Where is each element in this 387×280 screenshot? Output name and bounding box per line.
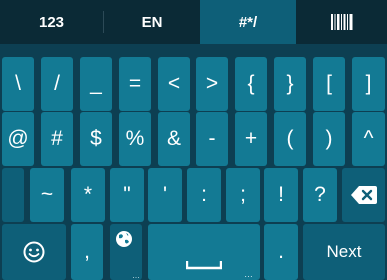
key-right-bracket[interactable]: ] xyxy=(352,57,385,111)
key-question[interactable]: ? xyxy=(303,168,337,222)
key-period[interactable]: . xyxy=(264,224,298,280)
globe-icon xyxy=(116,231,132,247)
key-semicolon[interactable]: ; xyxy=(226,168,260,222)
key-backslash[interactable]: \ xyxy=(2,57,34,111)
key-plus[interactable]: + xyxy=(235,112,267,166)
key-left-bracket[interactable]: [ xyxy=(313,57,345,111)
key-ampersand[interactable]: & xyxy=(158,112,190,166)
key-percent[interactable]: % xyxy=(119,112,151,166)
key-single-quote[interactable]: ' xyxy=(148,168,182,222)
symbol-keyboard: 123 EN #*/ \ / _ = < > { } [ ] @ # $ % &… xyxy=(0,0,387,280)
globe-key[interactable]: … xyxy=(110,224,142,280)
space-bar-icon xyxy=(186,261,222,270)
key-left-brace[interactable]: { xyxy=(235,57,267,111)
tab-english[interactable]: EN xyxy=(104,0,200,44)
key-underscore[interactable]: _ xyxy=(80,57,112,111)
key-colon[interactable]: : xyxy=(187,168,221,222)
key-blank-left xyxy=(2,168,24,222)
backspace-key[interactable] xyxy=(342,168,385,222)
key-double-quote[interactable]: " xyxy=(110,168,144,222)
globe-key-hint: … xyxy=(132,271,140,280)
emoji-key[interactable] xyxy=(2,224,66,280)
emoji-icon xyxy=(23,241,45,263)
key-slash[interactable]: / xyxy=(41,57,73,111)
tab-barcode[interactable] xyxy=(296,0,387,44)
key-at[interactable]: @ xyxy=(2,112,34,166)
key-less-than[interactable]: < xyxy=(158,57,190,111)
keyboard-mode-tabs: 123 EN #*/ xyxy=(0,0,387,44)
key-asterisk[interactable]: * xyxy=(71,168,105,222)
key-dollar[interactable]: $ xyxy=(80,112,112,166)
key-tilde[interactable]: ~ xyxy=(30,168,64,222)
barcode-icon xyxy=(330,14,352,30)
key-right-paren[interactable]: ) xyxy=(313,112,345,166)
key-left-paren[interactable]: ( xyxy=(274,112,306,166)
key-minus[interactable]: - xyxy=(196,112,228,166)
tab-numbers[interactable]: 123 xyxy=(0,0,103,44)
space-bar-hint: … xyxy=(244,269,254,279)
key-exclamation[interactable]: ! xyxy=(264,168,298,222)
backspace-icon xyxy=(350,186,377,204)
tab-symbols[interactable]: #*/ xyxy=(200,0,296,44)
key-caret[interactable]: ^ xyxy=(352,112,385,166)
space-bar[interactable]: … xyxy=(148,224,260,280)
key-comma[interactable]: , xyxy=(71,224,103,280)
key-greater-than[interactable]: > xyxy=(196,57,228,111)
key-hash[interactable]: # xyxy=(41,112,73,166)
key-right-brace[interactable]: } xyxy=(274,57,306,111)
key-equals[interactable]: = xyxy=(119,57,151,111)
next-button[interactable]: Next xyxy=(303,224,385,280)
